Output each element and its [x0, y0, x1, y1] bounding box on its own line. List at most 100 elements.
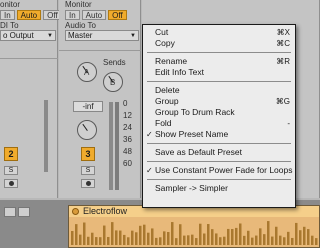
waveform-bar [163, 231, 166, 245]
waveform-bar [291, 237, 294, 245]
monitor-in-button[interactable]: In [0, 10, 15, 20]
waveform-bar [211, 229, 214, 245]
waveform-bar [251, 237, 254, 245]
checkmark-icon: ✓ [146, 130, 153, 139]
waveform-bar [255, 235, 258, 245]
menu-item-shortcut: - [287, 119, 290, 128]
waveform-bar [87, 236, 90, 245]
level-meter [109, 102, 113, 190]
io-label: DI To [0, 21, 19, 30]
waveform-bar [279, 235, 282, 245]
waveform-bar [179, 224, 182, 245]
audio-clip[interactable]: Electroflow [68, 205, 320, 248]
waveform-bar [183, 235, 186, 245]
menu-separator [147, 179, 291, 180]
menu-separator [147, 81, 291, 82]
menu-item-label: Group To Drum Rack [155, 107, 235, 117]
arm-button[interactable] [81, 179, 95, 188]
track-number-button[interactable]: 3 [81, 147, 95, 161]
solo-button[interactable]: S [81, 166, 95, 175]
menu-item-save-as-default-preset[interactable]: Save as Default Preset [143, 147, 295, 158]
menu-item-label: Edit Info Text [155, 67, 204, 77]
menu-separator [147, 143, 291, 144]
waveform-bar [215, 233, 218, 245]
arm-button[interactable] [4, 179, 18, 188]
menu-item-fold[interactable]: Fold - [143, 118, 295, 129]
monitor-buttons: In Auto Off [65, 10, 127, 20]
menu-item-show-preset-name[interactable]: ✓ Show Preset Name [143, 129, 295, 140]
waveform [71, 221, 318, 245]
menu-item-shortcut: ⌘R [276, 57, 290, 66]
monitor-label: Monitor [65, 0, 92, 9]
menu-item-delete[interactable]: Delete [143, 85, 295, 96]
waveform-bar [311, 235, 314, 245]
waveform-bar [155, 237, 158, 245]
waveform-bar [275, 226, 278, 245]
menu-item-rename[interactable]: Rename ⌘R [143, 56, 295, 67]
waveform-bar [315, 238, 318, 245]
meter-tick: 0 [123, 99, 128, 108]
menu-item-shortcut: ⌘G [275, 97, 290, 106]
menu-item-group[interactable]: Group ⌘G [143, 96, 295, 107]
waveform-bar [223, 236, 226, 245]
waveform-bar [219, 237, 222, 245]
waveform-bar [243, 235, 246, 245]
menu-item-label: Use Constant Power Fade for Loops [155, 165, 293, 175]
level-meter [44, 100, 48, 172]
waveform-bar [187, 235, 190, 245]
menu-item-edit-info-text[interactable]: Edit Info Text [143, 67, 295, 78]
menu-item-group-to-drum-rack[interactable]: Group To Drum Rack [143, 107, 295, 118]
monitor-auto-button[interactable]: Auto [81, 10, 107, 20]
output-dropdown[interactable]: o Output ▼ [0, 30, 56, 41]
menu-item-cut[interactable]: Cut ⌘X [143, 27, 295, 38]
side-button[interactable] [18, 207, 30, 217]
pan-knob[interactable] [77, 120, 97, 140]
menu-item-shortcut: ⌘C [276, 39, 290, 48]
chevron-down-icon: ▼ [47, 33, 53, 39]
menu-item-label: Cut [155, 27, 169, 37]
solo-button[interactable]: S [4, 166, 18, 175]
divider [59, 50, 141, 51]
waveform-bar [227, 228, 230, 245]
waveform-bar [299, 230, 302, 245]
track-number-button[interactable]: 2 [4, 147, 18, 161]
waveform-bar [263, 234, 266, 245]
meter-tick: 60 [123, 159, 132, 168]
waveform-bar [203, 233, 206, 245]
waveform-bar [151, 228, 154, 245]
send-a-knob[interactable]: A [77, 62, 97, 82]
waveform-bar [199, 223, 202, 245]
menu-item-label: Copy [155, 38, 175, 48]
menu-item-label: Sampler -> Simpler [155, 183, 228, 193]
monitor-in-button[interactable]: In [65, 10, 80, 20]
level-meter-right [115, 102, 119, 190]
menu-item-copy[interactable]: Copy ⌘C [143, 38, 295, 49]
waveform-bar [235, 227, 238, 245]
waveform-bar [147, 232, 150, 245]
menu-item-use-constant-power-fade-for-loops[interactable]: ✓ Use Constant Power Fade for Loops [143, 165, 295, 176]
waveform-bar [99, 237, 102, 245]
track-strip-left: onitor In Auto Off DI To o Output ▼ 2 S [0, 0, 62, 198]
waveform-bar [119, 230, 122, 245]
clip-name: Electroflow [83, 206, 128, 216]
monitor-auto-button[interactable]: Auto [16, 10, 42, 20]
monitor-off-button[interactable]: Off [108, 10, 127, 20]
waveform-bar [287, 231, 290, 245]
waveform-bar [107, 236, 110, 245]
side-button[interactable] [4, 207, 16, 217]
waveform-bar [231, 228, 234, 245]
send-b-knob[interactable]: B [103, 72, 123, 92]
waveform-bar [159, 237, 162, 245]
context-menu: Cut ⌘X Copy ⌘C Rename ⌘R Edit Info Text Delete G… [142, 24, 296, 208]
meter-tick: 24 [123, 123, 132, 132]
menu-separator [147, 161, 291, 162]
waveform-bar [95, 237, 98, 245]
volume-display[interactable]: -inf [73, 101, 103, 112]
output-dropdown[interactable]: Master ▼ [65, 30, 139, 41]
waveform-bar [123, 234, 126, 245]
waveform-bar [143, 224, 146, 245]
menu-item-label: Save as Default Preset [155, 147, 242, 157]
menu-item-sampler-simpler[interactable]: Sampler -> Simpler [143, 183, 295, 194]
waveform-bar [79, 234, 82, 245]
waveform-bar [139, 225, 142, 245]
